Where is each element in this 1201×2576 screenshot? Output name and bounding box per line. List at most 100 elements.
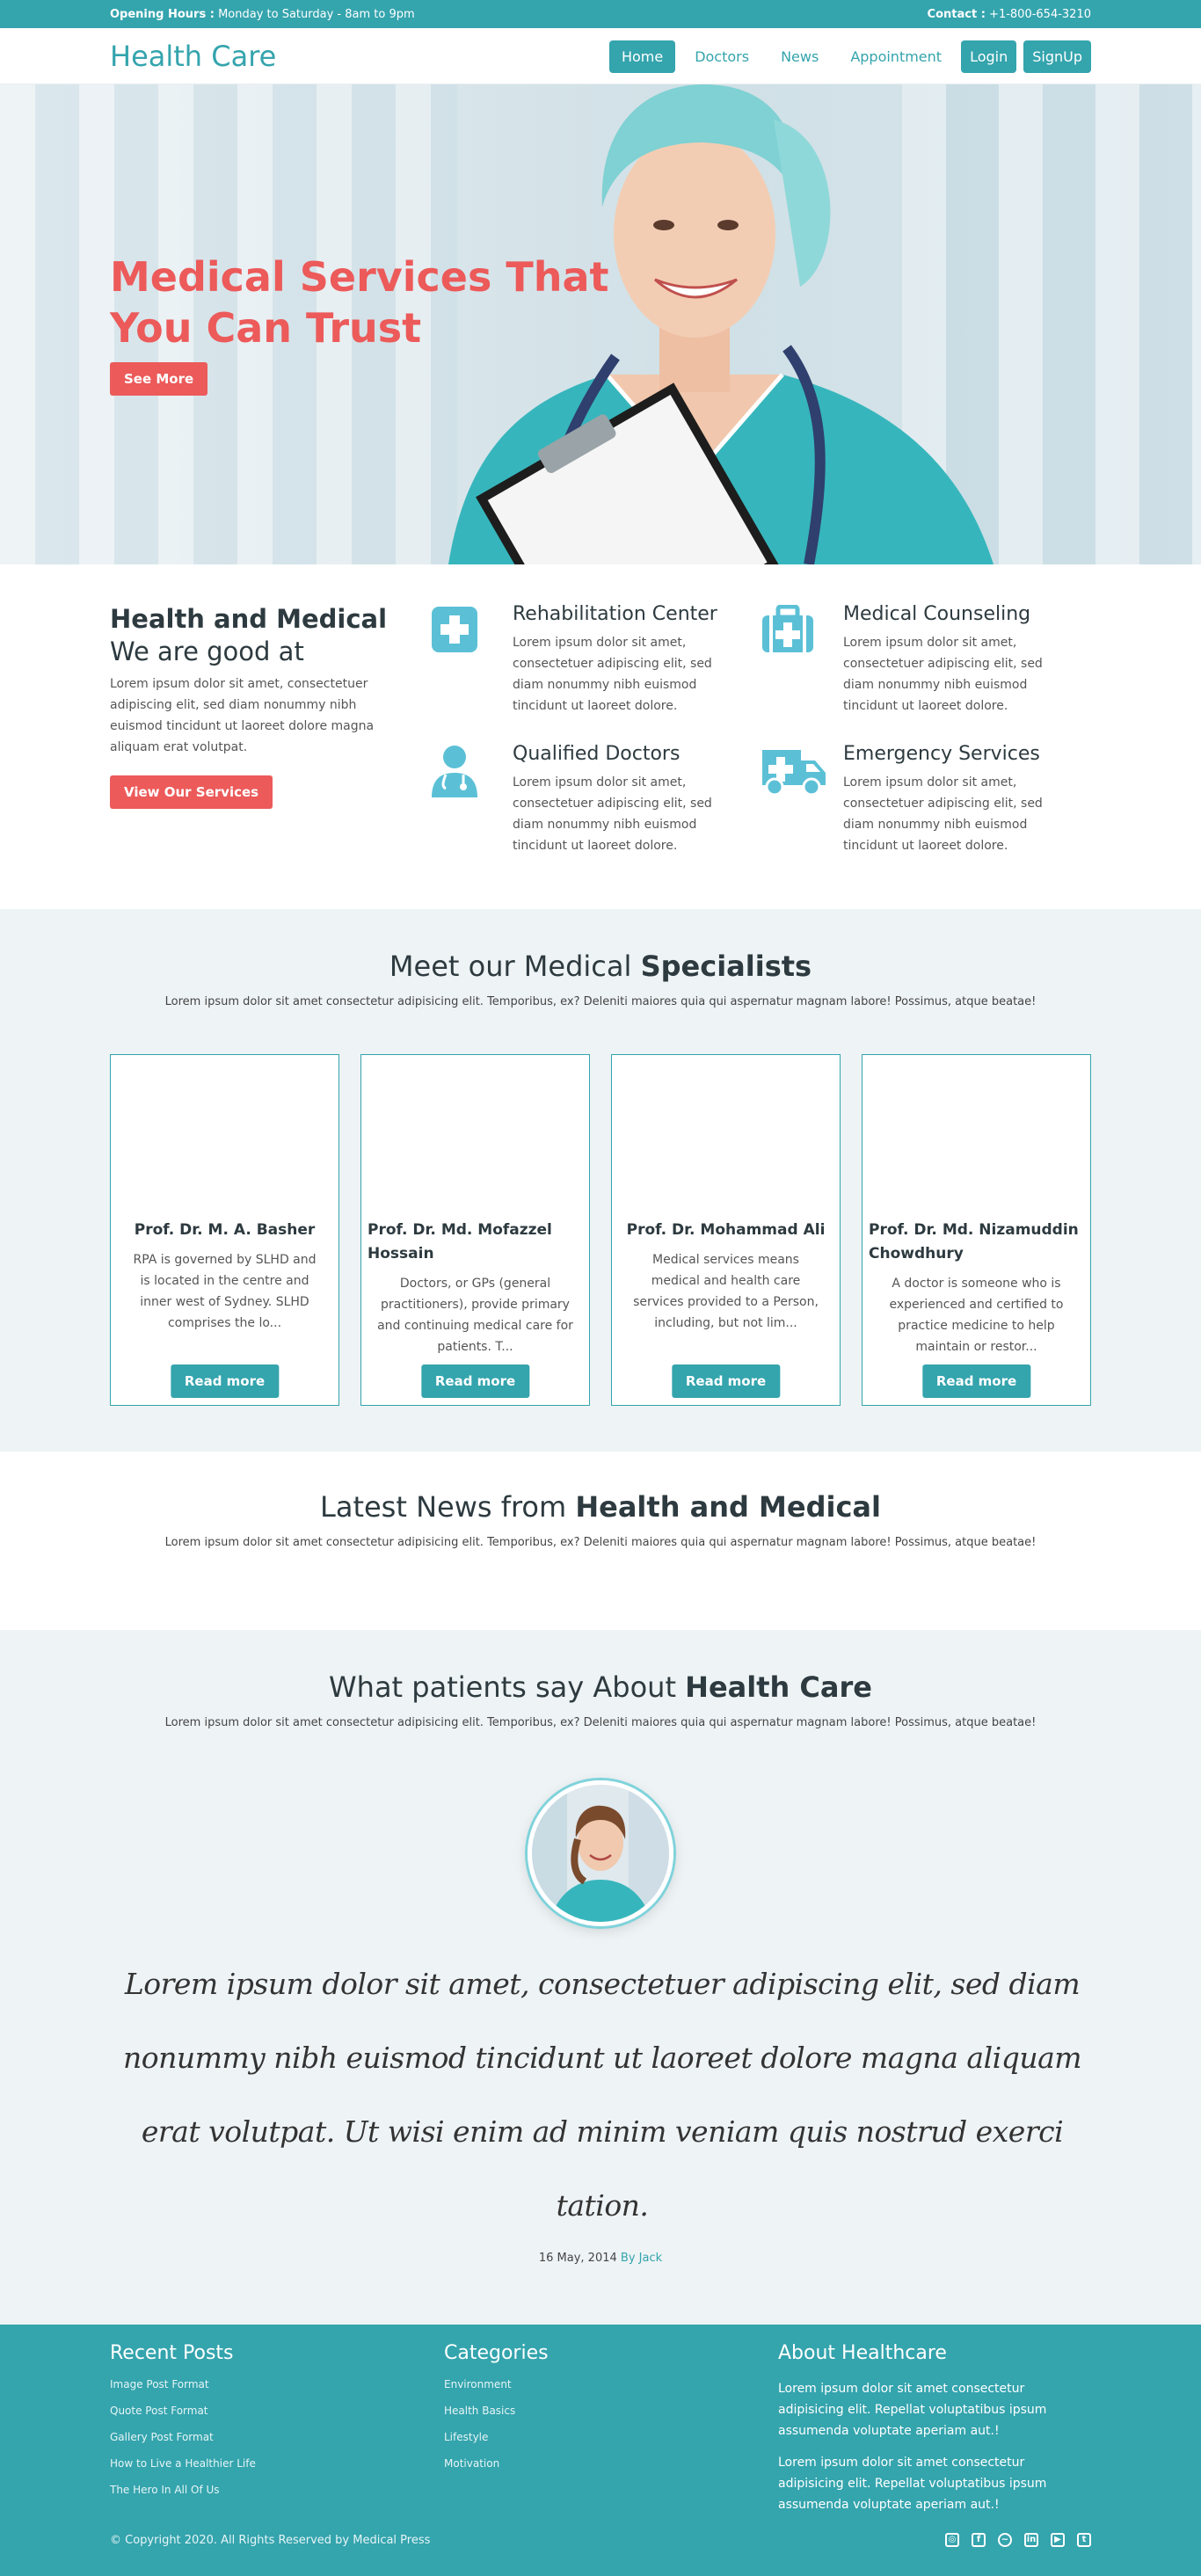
social-links: ◎ f ~ in ▶ t [945,2533,1091,2547]
specialists-subtitle: Lorem ipsum dolor sit amet consectetur a… [164,995,1037,1008]
doctor-icon [430,743,513,856]
brand-logo[interactable]: Health Care [110,40,276,73]
top-info-bar: Opening Hours : Monday to Saturday - 8am… [0,0,1201,28]
recent-post-link[interactable]: Gallery Post Format [110,2431,444,2443]
testimonials-title-bold: Health Care [685,1670,872,1704]
category-link[interactable]: Health Basics [444,2405,778,2417]
copyright-text: © Copyright 2020. All Rights Reserved by… [110,2533,431,2547]
service-text: Lorem ipsum dolor sit amet, consectetuer… [843,636,1043,713]
nav-menu: Home Doctors News Appointment Login Sign… [608,40,1091,73]
news-title-bold: Health and Medical [575,1490,881,1524]
specialist-cards: Prof. Dr. M. A. Basher RPA is governed b… [110,1054,1091,1406]
facebook-icon[interactable]: f [972,2533,986,2547]
contact-info: Contact : +1-800-654-3210 [928,8,1091,21]
specialists-title-prefix: Meet our Medical [389,950,641,983]
doctor-name: Prof. Dr. Mohammad Ali [626,1221,826,1239]
doctor-photo-placeholder [361,1055,589,1219]
doctor-photo-placeholder [111,1055,338,1219]
service-title: Qualified Doctors [513,743,681,765]
recent-post-link[interactable]: Image Post Format [110,2378,444,2390]
doctor-photo-placeholder [863,1055,1090,1219]
services-section: Health and Medical We are good at Lorem … [0,564,1201,909]
messenger-icon[interactable]: ~ [998,2533,1012,2547]
category-link[interactable]: Environment [444,2378,778,2390]
category-link[interactable]: Motivation [444,2457,778,2470]
doctor-name: Prof. Dr. M. A. Basher [134,1221,316,1239]
service-title: Emergency Services [843,743,1040,765]
see-more-button[interactable]: See More [110,362,208,396]
opening-hours-label: Opening Hours : [110,7,215,21]
services-subheading: We are good at [110,637,304,666]
specialist-card: Prof. Dr. M. A. Basher RPA is governed b… [110,1054,339,1406]
read-more-button[interactable]: Read more [921,1364,1031,1398]
hero-title-line2: You Can Trust [110,304,422,352]
specialist-card: Prof. Dr. Md. Mofazzel Hossain Doctors, … [360,1054,590,1406]
doctor-photo-placeholder [612,1055,840,1219]
specialists-title: Meet our Medical Specialists [110,950,1091,983]
services-intro: Health and Medical We are good at Lorem … [110,603,430,856]
medical-cross-icon [430,603,513,717]
nav-news[interactable]: News [768,40,831,73]
doctor-bio: RPA is governed by SLHD and is located i… [133,1253,317,1330]
nav-doctors[interactable]: Doctors [682,40,761,73]
linkedin-icon[interactable]: in [1024,2533,1038,2547]
service-text: Lorem ipsum dolor sit amet, consectetuer… [843,775,1043,853]
service-item-doctors: Qualified Doctors Lorem ipsum dolor sit … [430,743,761,856]
news-subtitle: Lorem ipsum dolor sit amet consectetur a… [164,1536,1037,1549]
instagram-icon[interactable]: ◎ [945,2533,959,2547]
service-title: Medical Counseling [843,603,1031,625]
testimonial-meta: 16 May, 2014 By Jack [110,2252,1091,2265]
read-more-button[interactable]: Read more [420,1364,530,1398]
specialist-card: Prof. Dr. Md. Nizamuddin Chowdhury A doc… [862,1054,1091,1406]
services-intro-text: Lorem ipsum dolor sit amet, consectetuer… [110,677,375,754]
nav-home[interactable]: Home [608,40,676,73]
categories-title: Categories [444,2342,549,2364]
recent-post-link[interactable]: The Hero In All Of Us [110,2484,444,2496]
ambulance-icon [761,743,843,856]
nav-appointment[interactable]: Appointment [838,40,954,73]
recent-post-link[interactable]: Quote Post Format [110,2405,444,2417]
view-services-button[interactable]: View Our Services [110,775,273,809]
doctor-name: Prof. Dr. Md. Nizamuddin Chowdhury [869,1221,1079,1263]
service-item-counseling: Medical Counseling Lorem ipsum dolor sit… [761,603,1091,717]
service-item-emergency: Emergency Services Lorem ipsum dolor sit… [761,743,1091,856]
about-text-1: Lorem ipsum dolor sit amet consectetur a… [778,2382,1047,2438]
news-title: Latest News from Health and Medical [110,1490,1091,1524]
category-link[interactable]: Lifestyle [444,2431,778,2443]
service-text: Lorem ipsum dolor sit amet, consectetuer… [513,636,712,713]
testimonials-section: What patients say About Health Care Lore… [0,1630,1201,2325]
opening-hours-value: Monday to Saturday - 8am to 9pm [218,7,415,21]
doctor-bio: Medical services means medical and healt… [633,1253,819,1330]
doctor-bio: A doctor is someone who is experienced a… [889,1277,1064,1354]
testimonials-title: What patients say About Health Care [110,1670,1091,1704]
footer-categories: Categories Environment Health Basics Lif… [444,2342,778,2526]
testimonials-title-prefix: What patients say About [329,1670,686,1704]
hero-title: Medical Services That You Can Trust [110,251,637,353]
signup-button[interactable]: SignUp [1023,40,1091,73]
specialist-card: Prof. Dr. Mohammad Ali Medical services … [611,1054,841,1406]
news-section: Latest News from Health and Medical Lore… [0,1452,1201,1630]
hero-content: Medical Services That You Can Trust See … [110,251,637,396]
youtube-icon[interactable]: ▶ [1051,2533,1065,2547]
service-item-rehabilitation: Rehabilitation Center Lorem ipsum dolor … [430,603,761,717]
contact-phone[interactable]: +1-800-654-3210 [989,8,1091,21]
recent-post-link[interactable]: How to Live a Healthier Life [110,2457,444,2470]
service-title: Rehabilitation Center [513,603,717,625]
read-more-button[interactable]: Read more [671,1364,781,1398]
service-text: Lorem ipsum dolor sit amet, consectetuer… [513,775,712,853]
contact-label: Contact : [927,7,986,21]
testimonials-subtitle: Lorem ipsum dolor sit amet consectetur a… [164,1716,1037,1729]
testimonial-date: 16 May, 2014 [538,2252,617,2265]
news-title-prefix: Latest News from [320,1490,576,1524]
services-grid: Rehabilitation Center Lorem ipsum dolor … [430,603,1091,856]
login-button[interactable]: Login [961,40,1017,73]
specialists-section: Meet our Medical Specialists Lorem ipsum… [0,909,1201,1452]
footer-recent-posts: Recent Posts Image Post Format Quote Pos… [110,2342,444,2526]
site-footer: Recent Posts Image Post Format Quote Pos… [0,2325,1201,2576]
doctor-name: Prof. Dr. Md. Mofazzel Hossain [368,1221,552,1263]
twitter-icon[interactable]: t [1077,2533,1091,2547]
read-more-button[interactable]: Read more [170,1364,280,1398]
testimonial-author[interactable]: By Jack [621,2252,662,2265]
testimonial-quote: Lorem ipsum dolor sit amet, consectetuer… [122,1967,1082,2223]
first-aid-kit-icon [761,603,843,717]
